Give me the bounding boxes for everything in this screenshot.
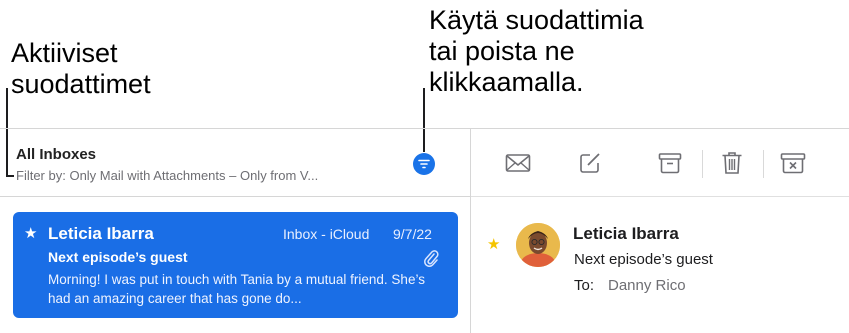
- envelope-icon: [505, 154, 531, 172]
- trash-icon: [722, 152, 742, 174]
- archive-button[interactable]: [655, 148, 685, 178]
- viewer-sender: Leticia Ibarra: [573, 224, 679, 243]
- filter-button[interactable]: [413, 153, 435, 175]
- junk-button[interactable]: [778, 148, 808, 178]
- window-top-border: [0, 128, 849, 129]
- callout-leader-left: [6, 88, 8, 176]
- avatar: [516, 223, 560, 267]
- pane-divider: [470, 128, 471, 333]
- mailbox-title: All Inboxes: [16, 146, 97, 163]
- filter-icon: [418, 159, 430, 169]
- message-mailbox: Inbox - iCloud: [283, 226, 370, 242]
- viewer-to-label: To:: [574, 277, 595, 294]
- delete-button[interactable]: [717, 148, 747, 178]
- callout-leader-right: [423, 88, 425, 152]
- toolbar-separator: [763, 150, 764, 178]
- compose-button[interactable]: [575, 148, 605, 178]
- callout-apply-filters: Käytä suodattimia tai poista ne klikkaam…: [429, 5, 644, 97]
- message-sender: Leticia Ibarra: [48, 224, 154, 243]
- archive-icon: [658, 153, 682, 174]
- paperclip-icon: [424, 250, 439, 267]
- message-list-item[interactable]: ★ Leticia Ibarra Inbox - iCloud 9/7/22 N…: [13, 212, 458, 318]
- message-subject: Next episode’s guest: [48, 249, 188, 265]
- viewer-subject: Next episode’s guest: [574, 251, 713, 268]
- flag-star-icon: ★: [24, 225, 38, 242]
- get-mail-button[interactable]: [503, 148, 533, 178]
- active-filters-text: Filter by: Only Mail with Attachments – …: [16, 168, 319, 183]
- message-preview: Morning! I was put in touch with Tania b…: [48, 272, 425, 306]
- callout-leader-left-tick: [6, 175, 14, 177]
- compose-icon: [580, 153, 600, 173]
- flag-star-icon: ★: [487, 236, 501, 253]
- message-date: 9/7/22: [393, 226, 432, 242]
- junk-icon: [780, 153, 806, 174]
- list-header-separator: [0, 196, 470, 197]
- avatar-icon: [516, 223, 560, 267]
- viewer-toolbar-separator: [471, 196, 849, 197]
- viewer-recipient[interactable]: Danny Rico: [608, 277, 686, 294]
- callout-active-filters: Aktiiviset suodattimet: [11, 38, 151, 99]
- toolbar-separator: [702, 150, 703, 178]
